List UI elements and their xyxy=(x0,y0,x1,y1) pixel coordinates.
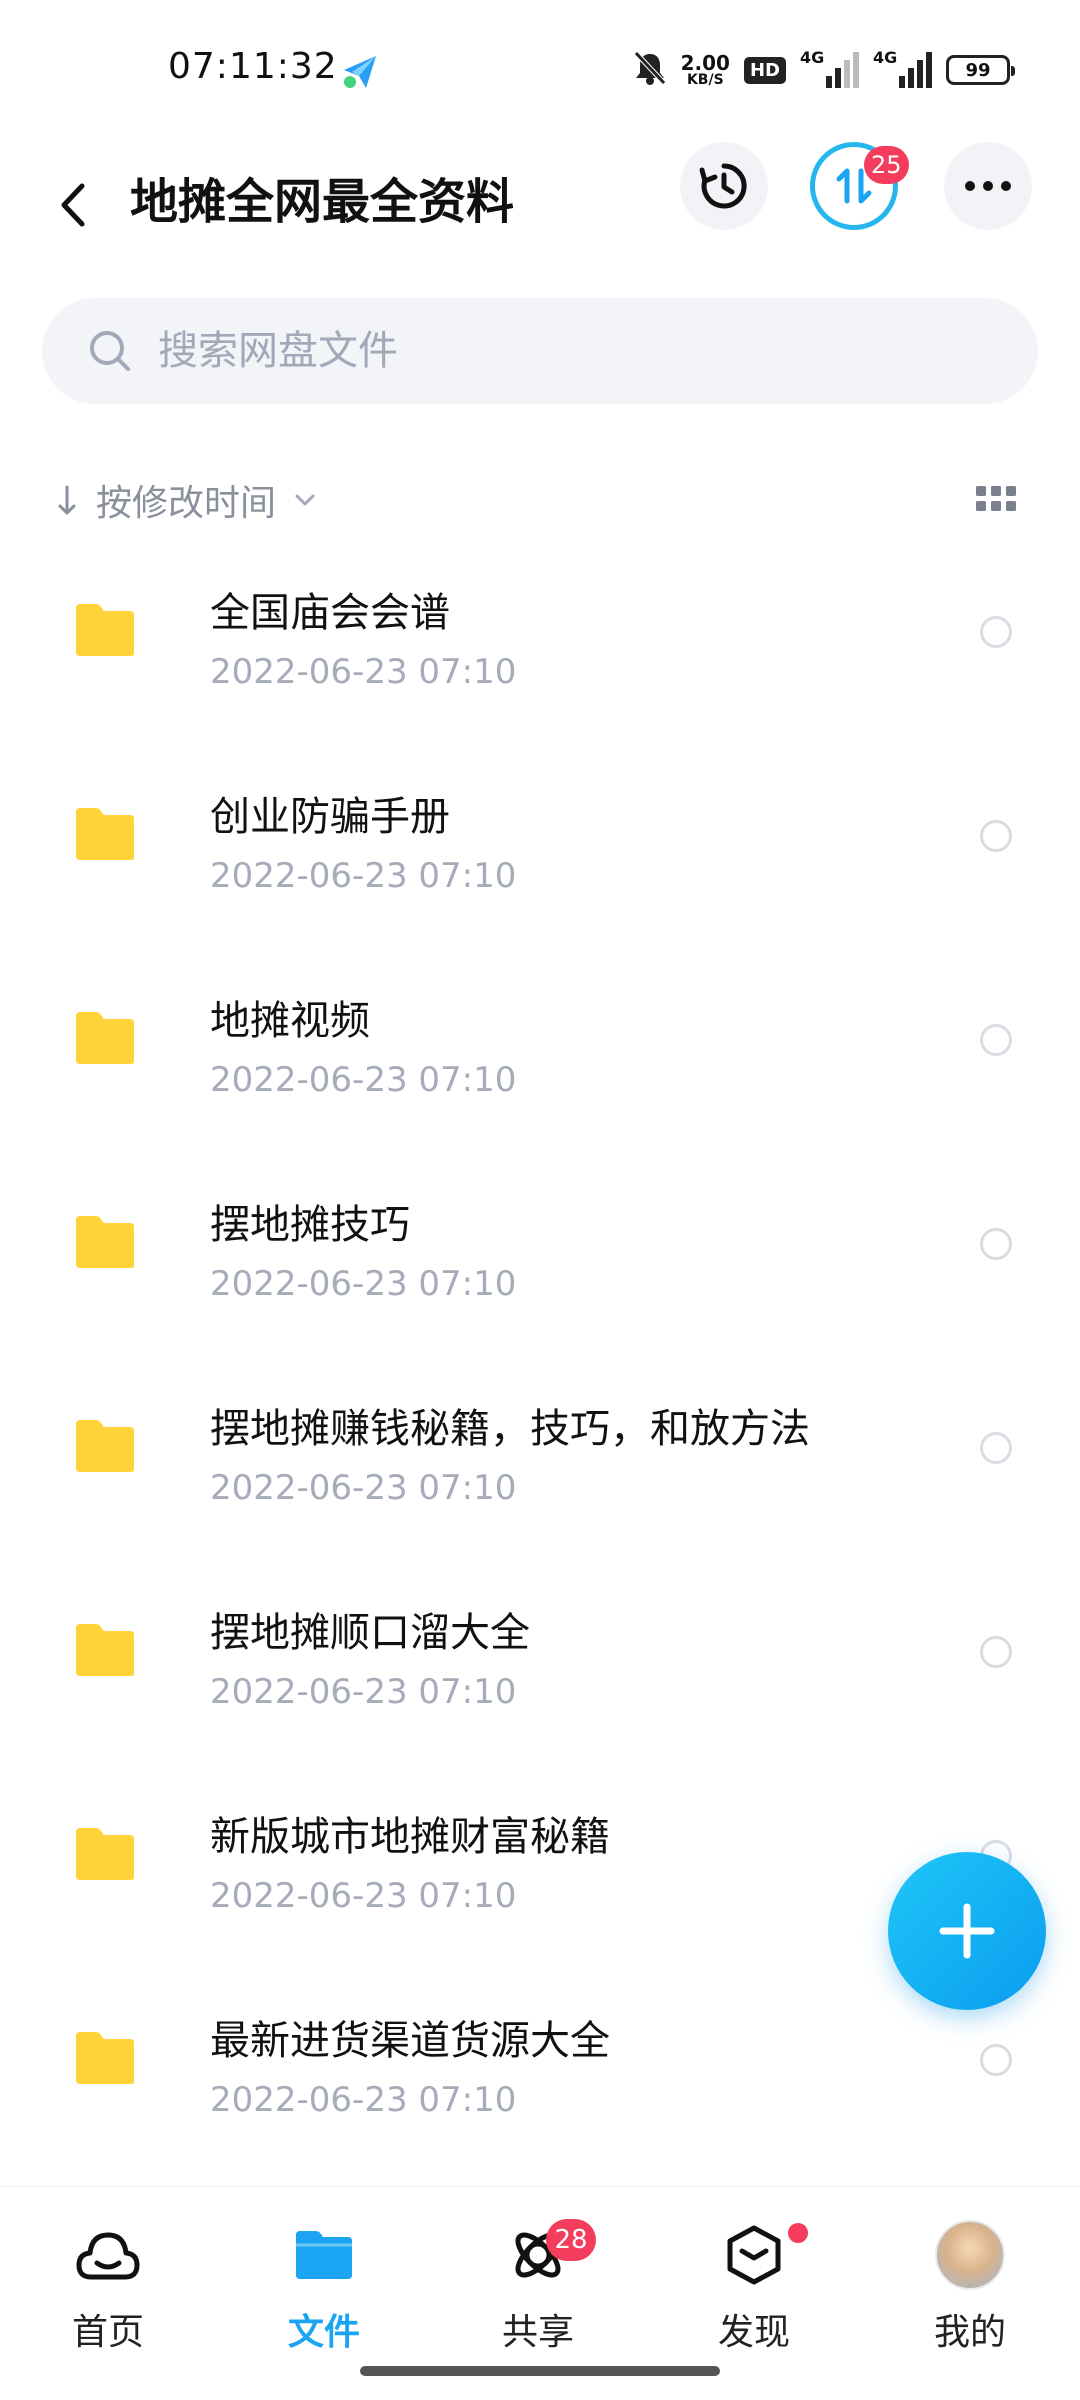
select-checkbox[interactable] xyxy=(980,2044,1012,2076)
folder-icon xyxy=(76,1420,134,1472)
file-row[interactable]: 摆地摊赚钱秘籍，技巧，和放方法 2022-06-23 07:10 xyxy=(0,1372,1080,1576)
folder-icon xyxy=(76,1012,134,1064)
sort-bar: 按修改时间 xyxy=(0,460,1080,540)
select-checkbox[interactable] xyxy=(980,1228,1012,1260)
page-title: 地摊全网最全资料 xyxy=(130,174,515,230)
mute-bell-icon xyxy=(633,50,667,90)
files-icon xyxy=(296,2231,352,2279)
signal-icon-2: 4G xyxy=(873,48,932,88)
file-date: 2022-06-23 07:10 xyxy=(210,1876,517,1916)
transfer-badge: 25 xyxy=(864,146,909,184)
signal-label-1: 4G xyxy=(800,48,825,67)
nav-mine[interactable]: 我的 xyxy=(900,2217,1040,2377)
battery-icon: 99 xyxy=(946,55,1015,85)
file-row[interactable]: 地摊视频 2022-06-23 07:10 xyxy=(0,964,1080,1168)
cloud-home-icon xyxy=(76,2232,140,2280)
folder-icon xyxy=(76,1216,134,1268)
chevron-left-icon xyxy=(61,183,85,227)
back-button[interactable] xyxy=(48,170,98,240)
search-input[interactable] xyxy=(156,327,956,375)
home-indicator[interactable] xyxy=(360,2366,720,2376)
file-date: 2022-06-23 07:10 xyxy=(210,2080,517,2120)
nav-share[interactable]: 共享 28 xyxy=(468,2217,608,2377)
file-date: 2022-06-23 07:10 xyxy=(210,1264,517,1304)
file-name: 全国庙会会谱 xyxy=(210,590,450,636)
nav-share-label: 共享 xyxy=(501,2312,574,2353)
network-speed-value: 2.00 xyxy=(680,51,730,75)
search-icon xyxy=(90,331,130,371)
select-checkbox[interactable] xyxy=(980,1024,1012,1056)
chevron-down-icon xyxy=(295,494,315,506)
file-row[interactable]: 创业防骗手册 2022-06-23 07:10 xyxy=(0,760,1080,964)
file-row[interactable]: 全国庙会会谱 2022-06-23 07:10 xyxy=(0,556,1080,760)
nav-home[interactable]: 首页 xyxy=(38,2217,178,2377)
discover-box-icon xyxy=(727,2225,781,2285)
sort-toggle[interactable]: 按修改时间 xyxy=(56,474,316,526)
status-indicators: 2.00 KB/S HD 4G 4G 99 xyxy=(633,44,1015,96)
network-speed-unit: KB/S xyxy=(686,72,724,88)
file-name: 最新进货渠道货源大全 xyxy=(210,2018,610,2064)
share-badge: 28 xyxy=(546,2219,596,2261)
file-date: 2022-06-23 07:10 xyxy=(210,1672,517,1712)
file-name: 摆地摊技巧 xyxy=(210,1202,410,1248)
file-date: 2022-06-23 07:10 xyxy=(210,856,517,896)
nav-discover[interactable]: 发现 xyxy=(684,2217,824,2377)
avatar xyxy=(935,2220,1005,2290)
status-bar: 07:11:32 2.00 KB/S HD 4G 4G 99 xyxy=(0,0,1080,140)
plus-icon xyxy=(939,1903,995,1959)
nav-mine-label: 我的 xyxy=(933,2312,1006,2353)
signal-icon-1: 4G xyxy=(800,48,859,88)
nav-discover-label: 发现 xyxy=(717,2312,790,2353)
folder-icon xyxy=(76,2032,134,2084)
app-bar: 地摊全网最全资料 25 xyxy=(0,140,1080,290)
arrow-down-icon xyxy=(58,485,76,515)
nav-files[interactable]: 文件 xyxy=(254,2217,394,2377)
status-time: 07:11:32 xyxy=(168,46,338,87)
nav-files-label: 文件 xyxy=(287,2312,360,2353)
file-name: 地摊视频 xyxy=(210,998,370,1044)
select-checkbox[interactable] xyxy=(980,1636,1012,1668)
app-notification-icon xyxy=(340,52,380,96)
history-button[interactable] xyxy=(680,142,768,230)
more-icon xyxy=(965,181,1011,191)
file-name: 摆地摊顺口溜大全 xyxy=(210,1610,530,1656)
file-row[interactable]: 最新进货渠道货源大全 2022-06-23 07:10 xyxy=(0,1984,1080,2188)
select-checkbox[interactable] xyxy=(980,820,1012,852)
search-bar[interactable] xyxy=(42,298,1038,404)
select-checkbox[interactable] xyxy=(980,616,1012,648)
select-checkbox[interactable] xyxy=(980,1432,1012,1464)
grid-view-icon[interactable] xyxy=(976,486,1016,512)
file-row[interactable]: 摆地摊顺口溜大全 2022-06-23 07:10 xyxy=(0,1576,1080,1780)
folder-icon xyxy=(76,808,134,860)
file-name: 新版城市地摊财富秘籍 xyxy=(210,1814,610,1860)
add-fab-button[interactable] xyxy=(888,1852,1046,2010)
notification-dot xyxy=(788,2223,808,2243)
folder-icon xyxy=(76,1828,134,1880)
signal-label-2: 4G xyxy=(873,48,898,67)
hd-badge: HD xyxy=(743,56,786,84)
folder-icon xyxy=(76,604,134,656)
history-icon xyxy=(699,163,747,209)
file-name: 创业防骗手册 xyxy=(210,794,450,840)
battery-level: 99 xyxy=(965,59,991,81)
file-name: 摆地摊赚钱秘籍，技巧，和放方法 xyxy=(210,1406,810,1452)
folder-icon xyxy=(76,1624,134,1676)
more-button[interactable] xyxy=(944,142,1032,230)
file-date: 2022-06-23 07:10 xyxy=(210,652,517,692)
file-row[interactable]: 摆地摊技巧 2022-06-23 07:10 xyxy=(0,1168,1080,1372)
sort-label: 按修改时间 xyxy=(96,483,277,524)
file-date: 2022-06-23 07:10 xyxy=(210,1060,517,1100)
network-speed: 2.00 KB/S xyxy=(681,53,730,87)
nav-home-label: 首页 xyxy=(71,2312,144,2353)
file-date: 2022-06-23 07:10 xyxy=(210,1468,517,1508)
